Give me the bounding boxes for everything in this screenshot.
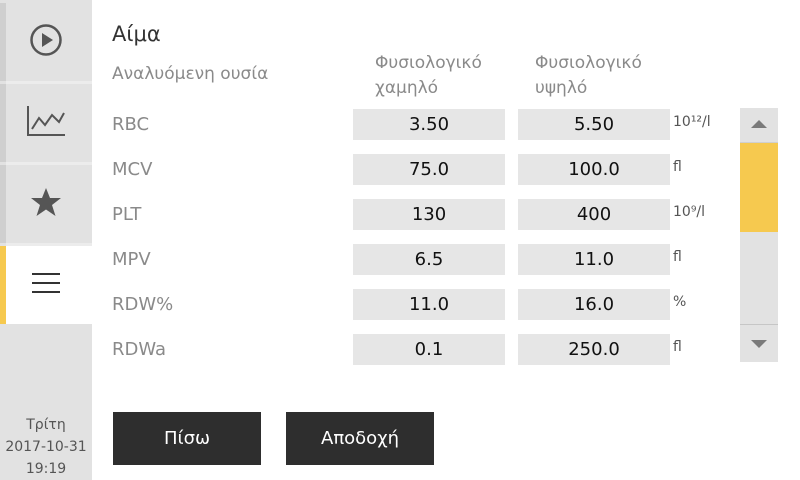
row-label-plt: PLT (112, 204, 142, 225)
rdwa-high-field[interactable]: 250.0 (518, 334, 670, 365)
accept-button[interactable]: Αποδοχή (286, 412, 434, 465)
main-panel: Αίμα Αναλυόμενη ουσία Φυσιολογικό χαμηλό… (92, 0, 800, 480)
sidebar-item-menu[interactable] (0, 246, 92, 324)
row-label-rdwa: RDWa (112, 339, 167, 360)
plt-high-field[interactable]: 400 (518, 199, 670, 230)
rbc-high-field[interactable]: 5.50 (518, 109, 670, 140)
mcv-high-field[interactable]: 100.0 (518, 154, 670, 185)
play-circle-icon (29, 23, 63, 61)
scroll-thumb[interactable] (740, 143, 778, 232)
scroll-up-button[interactable] (740, 108, 778, 143)
rdw-percent-high-field[interactable]: 16.0 (518, 289, 670, 320)
sidebar-item-run[interactable] (0, 3, 92, 81)
row-label-mcv: MCV (112, 159, 153, 180)
page-title: Αίμα (112, 22, 161, 46)
triangle-down-icon (751, 340, 767, 348)
mpv-unit: fl (673, 249, 682, 265)
row-label-rdw-percent: RDW% (112, 294, 174, 315)
star-icon (30, 186, 62, 222)
sidebar-item-results[interactable] (0, 84, 92, 162)
time-label: 19:19 (25, 461, 67, 477)
sidebar-item-favorites[interactable] (0, 165, 92, 243)
line-chart-icon (26, 105, 66, 141)
rbc-low-field[interactable]: 3.50 (353, 109, 505, 140)
plt-unit: 10⁹/l (673, 204, 706, 220)
rdw-percent-unit: % (673, 294, 687, 310)
row-label-mpv: MPV (112, 249, 151, 270)
date-label: 2017-10-31 (5, 439, 87, 455)
plt-low-field[interactable]: 130 (353, 199, 505, 230)
mcv-unit: fl (673, 159, 682, 175)
rdw-percent-low-field[interactable]: 11.0 (353, 289, 505, 320)
triangle-up-icon (751, 120, 767, 128)
row-label-rbc: RBC (112, 114, 150, 135)
mpv-low-field[interactable]: 6.5 (353, 244, 505, 275)
column-header-normal-high: Φυσιολογικό υψηλό (535, 53, 642, 98)
scrollbar[interactable] (740, 108, 778, 362)
column-header-analyte: Αναλυόμενη ουσία (112, 64, 269, 84)
column-header-normal-low: Φυσιολογικό χαμηλό (375, 53, 482, 98)
mcv-low-field[interactable]: 75.0 (353, 154, 505, 185)
scroll-down-button[interactable] (740, 324, 778, 362)
back-button[interactable]: Πίσω (113, 412, 261, 465)
datetime-display: Τρίτη 2017-10-31 19:19 (0, 414, 92, 480)
rdwa-unit: fl (673, 339, 682, 355)
day-label: Τρίτη (26, 417, 66, 433)
hamburger-menu-icon (31, 271, 61, 299)
sidebar: Τρίτη 2017-10-31 19:19 (0, 0, 92, 480)
mpv-high-field[interactable]: 11.0 (518, 244, 670, 275)
rbc-unit: 10¹²/l (673, 114, 711, 130)
rdwa-low-field[interactable]: 0.1 (353, 334, 505, 365)
